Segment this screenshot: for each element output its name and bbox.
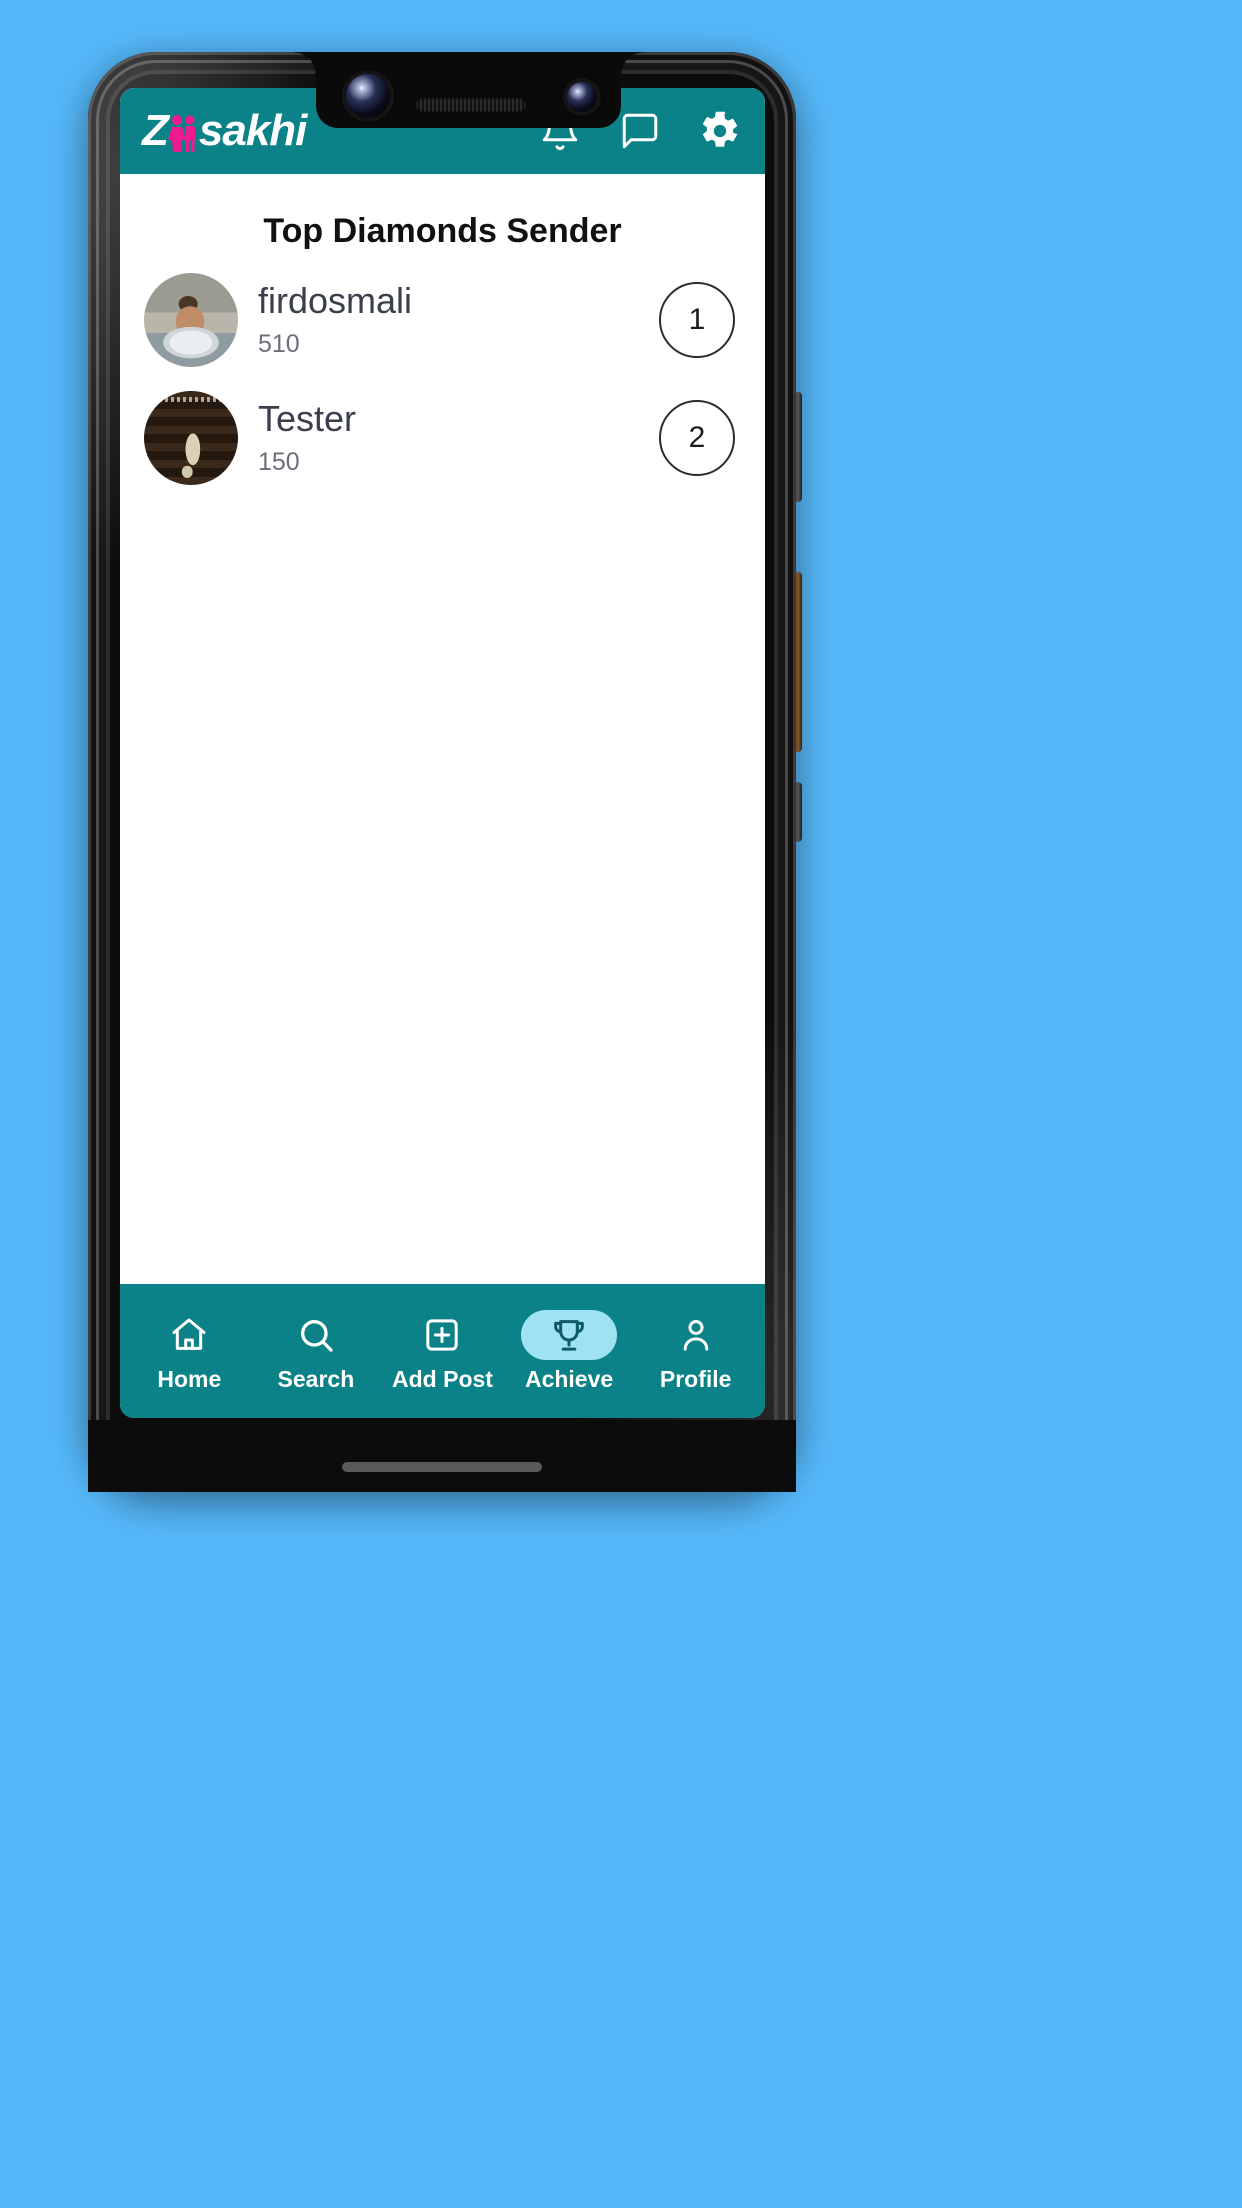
logo-text-suffix: sakhi: [198, 106, 308, 155]
nav-label: Achieve: [524, 1365, 614, 1392]
bottom-navigation-bar: Home Search Add Post Achieve Profile: [120, 1284, 765, 1418]
nav-item-profile[interactable]: Profile: [634, 1310, 758, 1393]
couple-icon: [167, 113, 198, 153]
nav-item-achieve[interactable]: Achieve: [507, 1309, 631, 1393]
nav-item-home[interactable]: Home: [127, 1310, 251, 1393]
earpiece-speaker: [416, 98, 526, 112]
rank-badge: 2: [659, 400, 735, 476]
diamond-count: 150: [258, 447, 300, 476]
trophy-icon: [521, 1309, 618, 1360]
list-item-text: firdosmali 510: [258, 281, 639, 358]
list-item[interactable]: firdosmali 510 1: [134, 261, 751, 379]
power-button[interactable]: [794, 572, 802, 752]
list-item[interactable]: Tester 150 2: [134, 379, 751, 497]
nav-label: Home: [157, 1365, 222, 1392]
avatar[interactable]: [144, 273, 238, 367]
gear-icon[interactable]: [699, 110, 741, 152]
nav-label: Add Post: [392, 1365, 493, 1392]
user-name: firdosmali: [258, 281, 413, 322]
nav-label: Search: [277, 1365, 355, 1392]
list-item-text: Tester 150: [258, 399, 639, 476]
phone-screen: Z sakhi Top Diamonds Sender firdosmali 5…: [120, 88, 765, 1418]
page-title: Top Diamonds Sender: [263, 212, 622, 250]
plus-box-icon: [394, 1310, 490, 1360]
nav-item-add-post[interactable]: Add Post: [380, 1310, 504, 1393]
display-notch: [294, 52, 643, 128]
search-icon: [268, 1310, 364, 1360]
diamond-count: 510: [258, 329, 300, 358]
volume-rocker-button[interactable]: [794, 392, 802, 502]
nav-label: Profile: [659, 1365, 732, 1392]
front-camera-main: [346, 74, 390, 118]
main-content: Top Diamonds Sender firdosmali 510 1 Tes…: [120, 174, 765, 1264]
user-name: Tester: [258, 399, 357, 440]
phone-chin: [88, 1420, 796, 1492]
gesture-navigation-bar[interactable]: [342, 1462, 542, 1472]
leaderboard-list: firdosmali 510 1 Tester 150 2: [120, 261, 765, 497]
chat-icon[interactable]: [619, 110, 661, 152]
app-logo[interactable]: Z sakhi: [142, 106, 308, 155]
logo-text-prefix: Z: [142, 106, 169, 155]
avatar[interactable]: [144, 391, 238, 485]
home-icon: [141, 1310, 237, 1360]
front-camera-aux: [567, 82, 597, 112]
assistant-button[interactable]: [794, 782, 802, 842]
nav-item-search[interactable]: Search: [254, 1310, 378, 1393]
person-icon: [648, 1310, 744, 1360]
rank-badge: 1: [659, 282, 735, 358]
